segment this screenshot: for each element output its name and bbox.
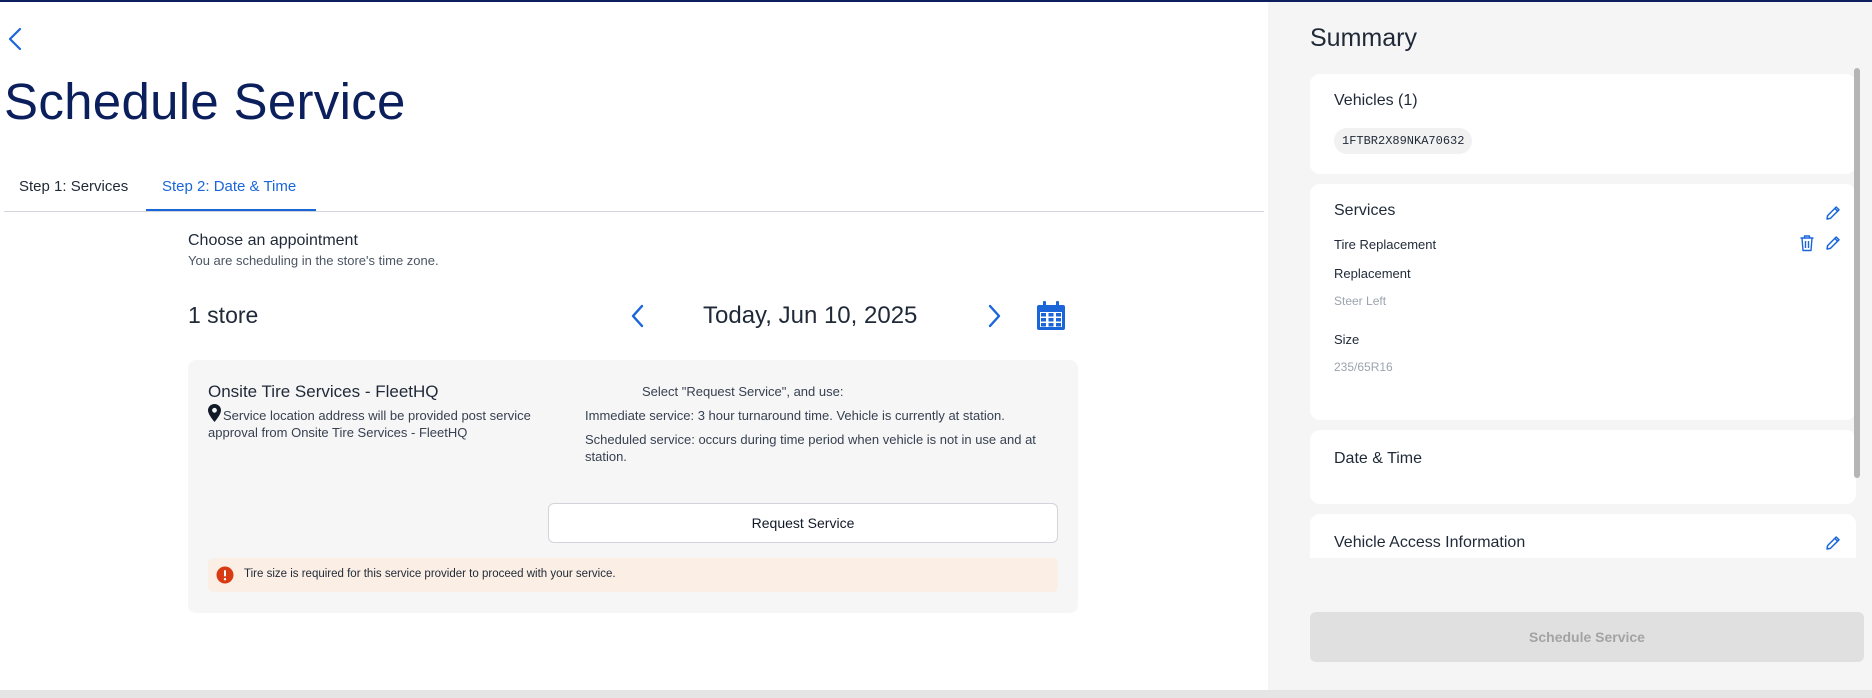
instructions-heading: Select "Request Service", and use:: [642, 384, 844, 399]
calendar-button[interactable]: [1035, 300, 1067, 332]
previous-day-button[interactable]: [628, 300, 648, 332]
instruction-scheduled: Scheduled service: occurs during time pe…: [585, 432, 1036, 464]
store-card: Onsite Tire Services - FleetHQ Service l…: [188, 360, 1078, 613]
tab-services[interactable]: Step 1: Services: [19, 178, 128, 195]
address-note-text: Service location address will be provide…: [208, 408, 531, 440]
service-name: Tire Replacement: [1334, 237, 1437, 252]
error-icon: [216, 566, 234, 584]
store-count: 1 store: [188, 302, 259, 328]
tab-date-time[interactable]: Step 2: Date & Time: [162, 178, 296, 195]
location-pin-icon: [208, 404, 221, 422]
step-tabs: Step 1: Services Step 2: Date & Time: [4, 166, 1264, 212]
summary-panel: Summary Vehicles (1) 1FTBR2X89NKA70632 S…: [1268, 2, 1872, 690]
vehicle-access-card: Vehicle Access Information: [1310, 514, 1856, 558]
vehicle-access-title: Vehicle Access Information: [1334, 534, 1526, 551]
alert-message: Tire size is required for this service p…: [244, 568, 616, 580]
vehicles-card: Vehicles (1) 1FTBR2X89NKA70632: [1310, 74, 1856, 174]
delete-service-trash-icon[interactable]: [1799, 234, 1815, 252]
replacement-label: Replacement: [1334, 266, 1411, 281]
selected-date: Today, Jun 10, 2025: [703, 302, 918, 329]
date-time-card: Date & Time: [1310, 430, 1856, 504]
store-address-note: Service location address will be provide…: [208, 404, 558, 441]
chevron-right-icon: [988, 304, 1001, 328]
tire-size-alert: Tire size is required for this service p…: [208, 558, 1058, 592]
size-value: 235/65R16: [1334, 360, 1393, 374]
bottom-border: [0, 690, 1872, 698]
store-name: Onsite Tire Services - FleetHQ: [208, 382, 439, 401]
summary-scrollbar[interactable]: [1852, 60, 1862, 560]
instruction-immediate: Immediate service: 3 hour turnaround tim…: [585, 408, 1005, 423]
chevron-left-icon: [631, 304, 644, 328]
date-time-title: Date & Time: [1334, 450, 1423, 467]
request-service-button[interactable]: Request Service: [548, 503, 1058, 543]
back-button[interactable]: [4, 24, 26, 54]
main-panel: Schedule Service Step 1: Services Step 2…: [0, 2, 1268, 690]
edit-access-pencil-icon[interactable]: [1824, 534, 1842, 552]
edit-services-pencil-icon[interactable]: [1824, 204, 1842, 222]
vehicles-title: Vehicles (1): [1334, 92, 1418, 109]
services-card: Services Tire Replacement Replacement St…: [1310, 184, 1856, 420]
services-title: Services: [1334, 202, 1396, 219]
page-title: Schedule Service: [4, 73, 406, 130]
vehicle-vin-chip: 1FTBR2X89NKA70632: [1334, 128, 1473, 154]
active-tab-indicator: [146, 209, 316, 211]
replacement-value: Steer Left: [1334, 294, 1387, 308]
summary-title: Summary: [1310, 24, 1417, 52]
appointment-heading: Choose an appointment: [188, 232, 358, 249]
edit-service-pencil-icon[interactable]: [1824, 234, 1842, 252]
scrollbar-thumb[interactable]: [1854, 68, 1860, 478]
calendar-icon: [1037, 301, 1065, 330]
timezone-note: You are scheduling in the store's time z…: [188, 253, 439, 268]
next-day-button[interactable]: [984, 300, 1004, 332]
schedule-service-button[interactable]: Schedule Service: [1310, 612, 1864, 662]
size-label: Size: [1334, 332, 1360, 347]
back-chevron-icon: [8, 27, 22, 51]
